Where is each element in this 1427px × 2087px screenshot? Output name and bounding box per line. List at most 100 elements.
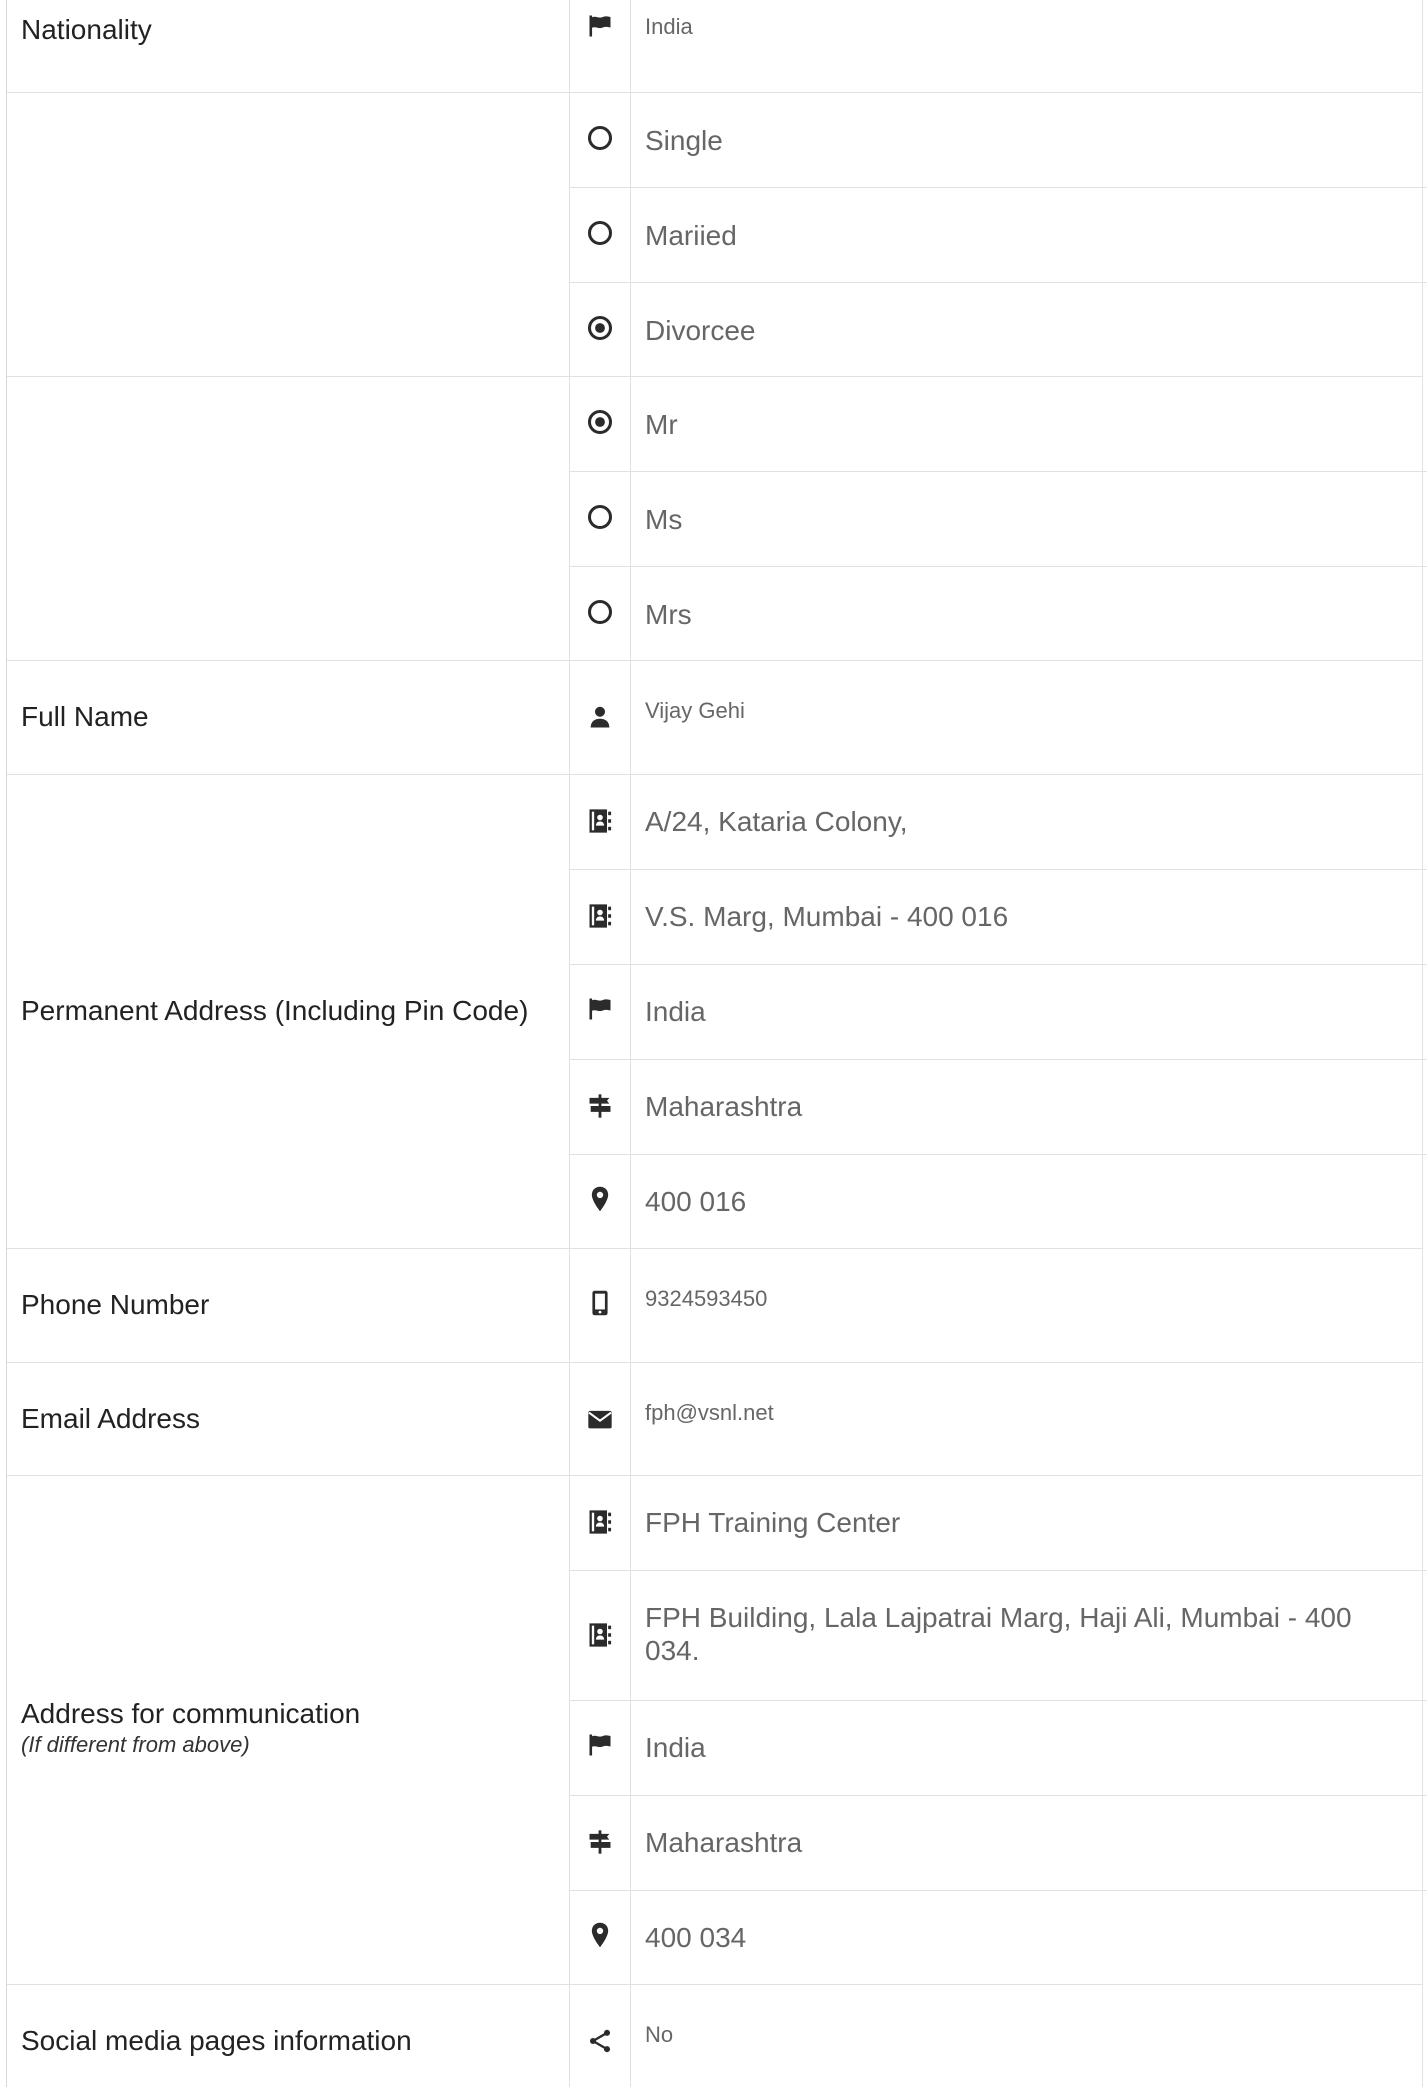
marital-option-divorcee[interactable]: Divorcee [570,283,1427,376]
full-name-cell[interactable]: Vijay Gehi [570,661,1427,774]
flag-icon [586,995,614,1023]
radio-selected-icon[interactable] [586,408,614,436]
title-option-ms[interactable]: Ms [570,472,1427,567]
title-option-label: Mr [645,409,678,440]
icon-box [570,1363,631,1475]
marital-option-label: Divorcee [645,315,756,346]
radio-unselected-icon[interactable] [586,124,614,152]
comm-address-line1-cell[interactable]: FPH Training Center [570,1476,1427,1571]
permanent-address-line2-cell[interactable]: V.S. Marg, Mumbai - 400 016 [570,870,1427,965]
icon-box [570,93,631,187]
comm-address-line2: FPH Building, Lala Lajpatrai Marg, Haji … [645,1602,1352,1666]
nationality-value: India [645,14,693,39]
comm-address-pin-cell[interactable]: 400 034 [570,1891,1427,1984]
email-cell[interactable]: fph@vsnl.net [570,1363,1427,1475]
phone-row: Phone Number 9324593450 [7,1249,1422,1363]
address-book-icon [586,1508,614,1536]
flag-icon [586,12,614,40]
communication-address-row: Address for communication (If different … [7,1476,1427,1985]
icon-box [570,1249,631,1362]
permanent-address-pin-cell[interactable]: 400 016 [570,1155,1427,1248]
nationality-label: Nationality [21,14,152,45]
envelope-icon [586,1405,614,1433]
radio-unselected-icon[interactable] [586,598,614,626]
flag-icon [586,1731,614,1759]
icon-box [570,377,631,471]
title-option-label: Ms [645,504,683,535]
icon-box [570,1060,631,1154]
address-book-icon [586,902,614,930]
comm-address-state: Maharashtra [645,1827,803,1858]
icon-box [570,661,631,774]
permanent-address-state-cell[interactable]: Maharashtra [570,1060,1427,1155]
icon-box [570,1985,631,2087]
full-name-value: Vijay Gehi [645,698,745,723]
icon-box [570,472,631,566]
user-icon [586,703,614,731]
signpost-icon [586,1828,614,1856]
permanent-address-line1: A/24, Kataria Colony, [645,806,908,837]
permanent-address-state: Maharashtra [645,1091,803,1122]
marital-option-single[interactable]: Single [570,93,1427,188]
full-name-row: Full Name Vijay Gehi [7,661,1422,775]
phone-cell[interactable]: 9324593450 [570,1249,1427,1362]
icon-box [570,283,631,376]
icon-box [570,870,631,964]
icon-box [570,188,631,282]
profile-details-table: Nationality India Single Mariied Divorce… [0,0,1427,2087]
radio-unselected-icon[interactable] [586,503,614,531]
nationality-row: Nationality India [7,0,1422,93]
permanent-address-country: India [645,996,706,1027]
phone-value: 9324593450 [645,1286,768,1311]
comm-address-pin: 400 034 [645,1922,747,1953]
email-value: fph@vsnl.net [645,1400,774,1425]
map-marker-icon [586,1921,614,1949]
social-media-label: Social media pages information [21,2025,412,2056]
social-media-row: Social media pages information No [7,1985,1422,2087]
comm-address-country-cell[interactable]: India [570,1701,1427,1796]
icon-box [570,1476,631,1570]
icon-box [570,0,631,92]
permanent-address-row: Permanent Address (Including Pin Code) A… [7,775,1427,1249]
signpost-icon [586,1092,614,1120]
communication-address-sublabel: (If different from above) [21,1732,250,1757]
mobile-icon [586,1289,614,1317]
comm-address-line2-cell[interactable]: FPH Building, Lala Lajpatrai Marg, Haji … [570,1571,1427,1701]
share-icon [586,2027,614,2055]
marital-option-married[interactable]: Mariied [570,188,1427,283]
map-marker-icon [586,1185,614,1213]
title-option-mr[interactable]: Mr [570,377,1427,472]
comm-address-state-cell[interactable]: Maharashtra [570,1796,1427,1891]
phone-label: Phone Number [21,1289,210,1320]
icon-box [570,1155,631,1248]
permanent-address-country-cell[interactable]: India [570,965,1427,1060]
icon-box [570,567,631,660]
email-label: Email Address [21,1403,200,1434]
address-book-icon [586,1621,614,1649]
title-option-mrs[interactable]: Mrs [570,567,1427,660]
full-name-label: Full Name [21,701,149,732]
social-media-value: No [645,2022,674,2047]
social-media-cell[interactable]: No [570,1985,1427,2087]
icon-box [570,1701,631,1795]
communication-address-label: Address for communication (If different … [21,1698,360,1758]
title-option-label: Mrs [645,599,692,630]
icon-box [570,965,631,1059]
icon-box [570,1571,631,1700]
permanent-address-line1-cell[interactable]: A/24, Kataria Colony, [570,775,1427,870]
permanent-address-pin: 400 016 [645,1186,747,1217]
title-row: Mr Ms Mrs [7,377,1427,661]
icon-box [570,775,631,869]
marital-option-label: Mariied [645,220,737,251]
nationality-cell[interactable]: India [570,0,1427,92]
marital-option-label: Single [645,125,723,156]
address-book-icon [586,807,614,835]
marital-status-row: Single Mariied Divorcee [7,93,1427,377]
icon-box [570,1796,631,1890]
permanent-address-label: Permanent Address (Including Pin Code) [21,995,529,1026]
icon-box [570,1891,631,1984]
radio-selected-icon[interactable] [586,314,614,342]
permanent-address-line2: V.S. Marg, Mumbai - 400 016 [645,901,1009,932]
radio-unselected-icon[interactable] [586,219,614,247]
email-row: Email Address fph@vsnl.net [7,1363,1422,1476]
